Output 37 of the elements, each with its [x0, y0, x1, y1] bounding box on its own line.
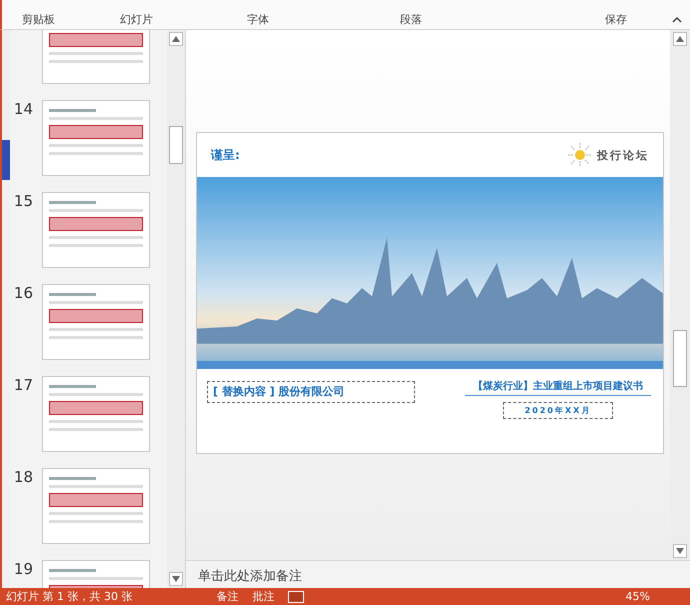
up-triangle-icon [676, 36, 684, 42]
slide-thumbnail[interactable] [42, 192, 150, 268]
scrollbar-thumb[interactable] [169, 126, 183, 164]
slide-thumbnail[interactable] [42, 468, 150, 544]
sun-logo-icon [567, 142, 593, 168]
normal-view-button[interactable] [288, 590, 304, 602]
slide-thumbnail[interactable] [42, 284, 150, 360]
slide-thumbnail[interactable] [42, 100, 150, 176]
scrollbar-thumb[interactable] [673, 330, 687, 387]
ribbon-group-label: 保存 [605, 12, 627, 27]
scroll-down-button[interactable] [169, 572, 183, 586]
zoom-level-text: 45% [626, 590, 650, 603]
ribbon-group-label: 幻灯片 [120, 12, 153, 27]
up-triangle-icon [172, 36, 180, 42]
ribbon-group-label: 剪贴板 [22, 12, 55, 27]
slide-number: 16 [14, 284, 33, 302]
notes-button[interactable]: 备注 [216, 589, 238, 604]
down-triangle-icon [676, 548, 684, 554]
scroll-down-button[interactable] [673, 544, 687, 558]
ribbon-group-label: 字体 [247, 12, 269, 27]
slide-count-text: 幻灯片 第 1 张，共 30 张 [6, 589, 132, 604]
slide-number: 18 [14, 468, 33, 486]
collapse-icon[interactable] [672, 17, 682, 23]
proposal-title: 【煤炭行业】主业重组上市项目建议书 [465, 381, 651, 396]
slide-number: 19 [14, 560, 33, 578]
comments-button[interactable]: 批注 [252, 589, 274, 604]
slide-number: 14 [14, 100, 33, 118]
scroll-up-button[interactable] [169, 32, 183, 46]
slide-number: 15 [14, 192, 33, 210]
ribbon-group-label: 段落 [400, 12, 422, 27]
slide-thumbnail[interactable] [42, 376, 150, 452]
scroll-up-button[interactable] [673, 32, 687, 46]
slide-number: 17 [14, 376, 33, 394]
slide-thumbnail[interactable] [42, 30, 150, 84]
greeting-text: 谨呈: [211, 146, 240, 164]
logo-text: 投行论坛 [597, 148, 649, 162]
down-triangle-icon [172, 576, 180, 582]
